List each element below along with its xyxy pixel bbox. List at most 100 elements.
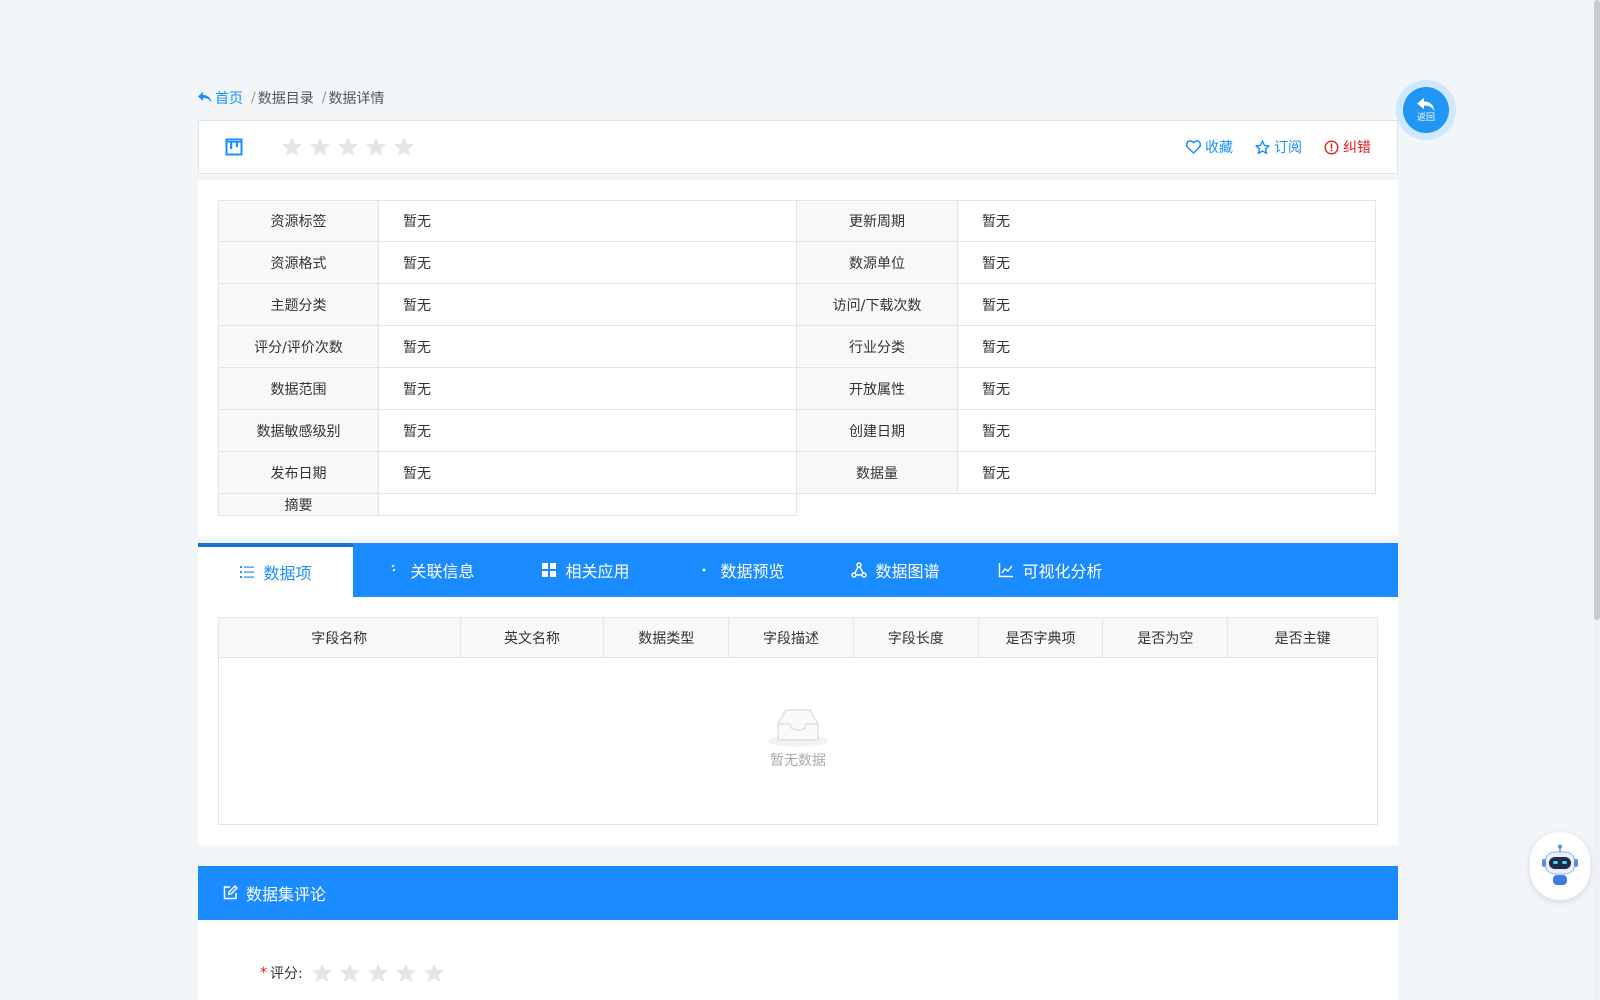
- column-header: 字段长度: [854, 618, 979, 657]
- book-icon: [225, 138, 243, 156]
- info-row: 主题分类 暂无 访问/下载次数 暂无: [218, 284, 1376, 326]
- dataset-info-section: 资源标签 暂无 更新周期 暂无 资源格式 暂无 数源单位 暂无 主题分类 暂无 访问/下载次数 暂无评…: [198, 180, 1398, 536]
- empty-state: 暂无数据: [219, 704, 1377, 770]
- report-error-label: 纠错: [1343, 140, 1371, 156]
- tab-label: 数据图谱: [875, 562, 940, 581]
- info-label: 资源标签: [218, 200, 379, 242]
- empty-state-text: 暂无数据: [770, 753, 826, 769]
- info-value: 暂无: [958, 368, 1376, 410]
- breadcrumb-home-link[interactable]: 首页: [198, 88, 243, 108]
- column-header: 是否为空: [1103, 618, 1229, 657]
- grid-icon: [541, 562, 557, 578]
- info-row: 评分/评价次数 暂无 行业分类 暂无: [218, 326, 1376, 368]
- tab-data-items[interactable]: 数据项: [198, 543, 353, 597]
- dataset-info-table: 资源标签 暂无 更新周期 暂无 资源格式 暂无 数源单位 暂无 主题分类 暂无 访问/下载次数 暂无评…: [218, 200, 1376, 516]
- alert-circle-icon: [1324, 139, 1339, 155]
- favorite-button[interactable]: 收藏: [1186, 137, 1233, 157]
- breadcrumb-home-label: 首页: [215, 91, 243, 107]
- comment-header: 数据集评论: [198, 866, 1398, 920]
- scrollbar-thumb[interactable]: [1594, 0, 1600, 620]
- info-value: 暂无: [379, 242, 797, 284]
- return-arrow-icon: [1417, 97, 1435, 111]
- star-icon: [395, 963, 416, 983]
- star-icon: [367, 963, 388, 983]
- report-error-button[interactable]: 纠错: [1324, 137, 1371, 157]
- fields-table-header: 字段名称 英文名称 数据类型 字段描述 字段长度 是否字典项 是否为空 是否主键: [219, 618, 1377, 658]
- info-label: 数据敏感级别: [218, 410, 379, 452]
- star-icon: [282, 137, 302, 157]
- star-icon: [423, 963, 444, 983]
- data-tabs-section: 数据项 关联信息 相关应用 数据预览 数据图谱 可视化分析 字段名称 英文名称 数据类型 字段描…: [198, 543, 1398, 845]
- back-button-label: 返回: [1416, 112, 1435, 123]
- dataset-header: 收藏 订阅 纠错: [198, 120, 1398, 174]
- comment-rating-stars[interactable]: [311, 962, 445, 984]
- favorite-label: 收藏: [1205, 140, 1233, 156]
- breadcrumb-item-detail: 数据详情: [328, 91, 385, 107]
- tab-label: 相关应用: [565, 562, 630, 581]
- info-value: 暂无: [379, 368, 797, 410]
- robot-icon: [1542, 844, 1578, 885]
- info-label: 发布日期: [218, 452, 379, 494]
- header-rating-stars: [281, 136, 415, 158]
- info-value: 暂无: [958, 284, 1376, 326]
- info-row: 数据范围 暂无 开放属性 暂无: [218, 368, 1376, 410]
- info-value: 暂无: [958, 326, 1376, 368]
- info-value: 暂无: [379, 452, 797, 494]
- star-icon: [311, 963, 332, 983]
- rating-label: 评分:: [270, 966, 303, 982]
- info-row: 资源格式 暂无 数源单位 暂无: [218, 242, 1376, 284]
- tab-related-info[interactable]: 关联信息: [353, 543, 508, 597]
- info-row: 数据敏感级别 暂无 创建日期 暂无: [218, 410, 1376, 452]
- tab-data-preview[interactable]: 数据预览: [663, 543, 818, 597]
- line-chart-icon: [998, 562, 1014, 578]
- info-value: 暂无: [958, 452, 1376, 494]
- tab-related-apps[interactable]: 相关应用: [508, 543, 663, 597]
- tab-label: 数据项: [263, 564, 312, 583]
- info-label: 创建日期: [797, 410, 958, 452]
- eye-icon: [696, 562, 712, 578]
- tab-visual-analysis[interactable]: 可视化分析: [973, 543, 1128, 597]
- star-icon: [394, 137, 414, 157]
- info-label: 数据范围: [218, 368, 379, 410]
- breadcrumb-separator: /: [251, 90, 256, 106]
- assistant-robot-button[interactable]: [1530, 832, 1590, 900]
- info-value: 暂无: [379, 200, 797, 242]
- subscribe-button[interactable]: 订阅: [1255, 137, 1302, 157]
- empty-inbox-icon: [768, 709, 828, 747]
- comment-rating-row: * 评分:: [260, 962, 445, 984]
- info-label: 评分/评价次数: [218, 326, 379, 368]
- summary-label: 摘要: [218, 494, 379, 516]
- back-arrow-icon: [198, 92, 212, 103]
- tab-label: 可视化分析: [1022, 562, 1103, 581]
- info-label: 访问/下载次数: [797, 284, 958, 326]
- tab-label: 关联信息: [410, 562, 475, 581]
- star-icon: [338, 137, 358, 157]
- info-value: 暂无: [958, 200, 1376, 242]
- info-value: 暂无: [958, 410, 1376, 452]
- back-button[interactable]: 返回: [1396, 80, 1456, 140]
- info-label: 行业分类: [797, 326, 958, 368]
- star-icon: [339, 963, 360, 983]
- info-label: 数源单位: [797, 242, 958, 284]
- tab-label: 数据预览: [720, 562, 785, 581]
- tab-data-graph[interactable]: 数据图谱: [818, 543, 973, 597]
- column-header: 数据类型: [604, 618, 730, 657]
- info-value: 暂无: [379, 284, 797, 326]
- breadcrumb-separator: /: [321, 90, 327, 106]
- tab-bar: 数据项 关联信息 相关应用 数据预览 数据图谱 可视化分析: [198, 543, 1398, 597]
- summary-value: [379, 494, 797, 516]
- column-header: 是否主键: [1274, 630, 1331, 647]
- graph-icon: [851, 562, 868, 578]
- info-value: 暂无: [379, 410, 797, 452]
- info-value: 暂无: [958, 242, 1376, 284]
- breadcrumb-item-catalog[interactable]: 数据目录: [258, 88, 314, 108]
- page-scrollbar[interactable]: [1594, 0, 1600, 1000]
- breadcrumb: 首页 / 数据目录 / 数据详情: [198, 88, 384, 108]
- edit-icon: [223, 885, 238, 900]
- info-label: 开放属性: [797, 368, 958, 410]
- info-label: 主题分类: [218, 284, 379, 326]
- column-header: 是否字典项: [979, 618, 1104, 657]
- star-icon: [310, 137, 330, 157]
- subscribe-label: 订阅: [1274, 140, 1302, 156]
- info-label: 更新周期: [797, 200, 958, 242]
